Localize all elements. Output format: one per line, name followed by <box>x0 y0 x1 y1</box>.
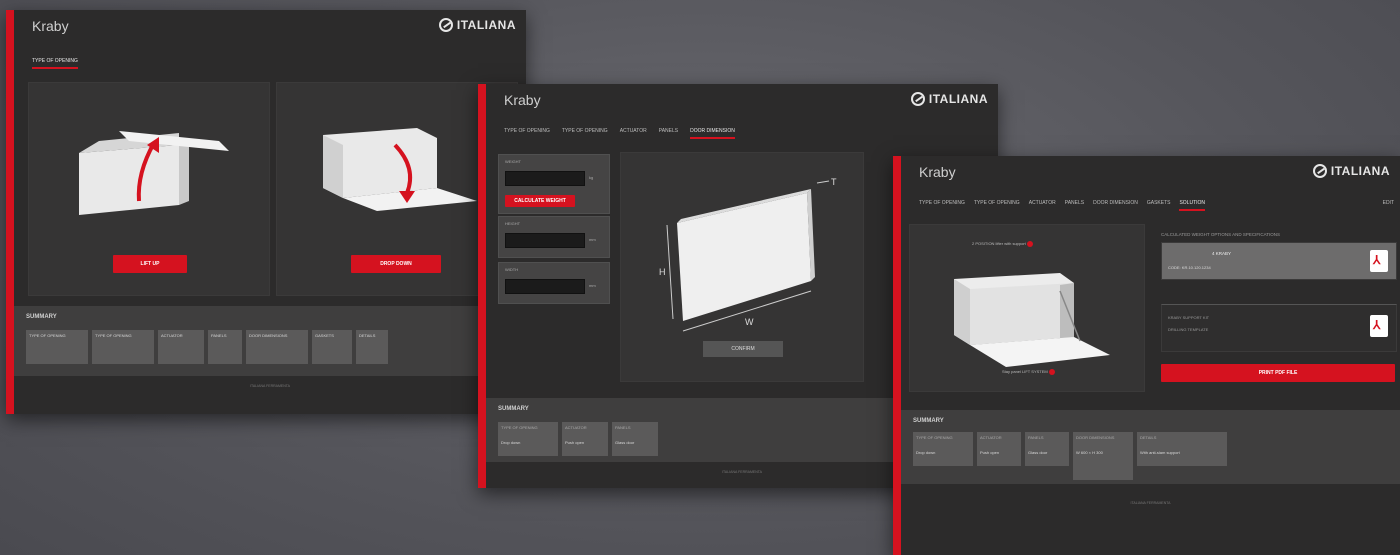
summary-chip: DOOR DIMENSIONS W 600 × H 300 <box>1073 432 1133 480</box>
summary-chip: DETAILS With anti-slam support <box>1137 432 1227 466</box>
width-label: WIDTH <box>505 267 519 272</box>
screen-solution: Kraby ITALIANA TYPE OF OPENING TYPE OF O… <box>893 156 1400 555</box>
height-field-group: HEIGHT mm <box>498 216 610 258</box>
width-input[interactable] <box>505 279 585 294</box>
summary-title: SUMMARY <box>498 406 529 412</box>
summary-chip: ACTUATOR Push open <box>977 432 1021 466</box>
screen-type-of-opening: Kraby ITALIANA TYPE OF OPENING LIFT UP D… <box>6 10 526 414</box>
accent-bar <box>6 10 14 414</box>
footer: ITALIANA FERRAMENTA <box>1130 501 1171 505</box>
footer: ITALIANA FERRAMENTA <box>250 384 290 388</box>
summary-panel: SUMMARY TYPE OF OPENING TYPE OF OPENING … <box>14 306 526 376</box>
cabinet-solution-illustration <box>954 273 1110 367</box>
italiana-logo: ITALIANA <box>438 18 516 32</box>
header: Kraby ITALIANA <box>901 156 1400 192</box>
width-field-group: WIDTH mm <box>498 262 610 304</box>
tab-bar: TYPE OF OPENING TYPE OF OPENING ACTUATOR… <box>504 128 735 139</box>
calculate-weight-button[interactable]: CALCULATE WEIGHT <box>505 195 575 207</box>
tab-type-of-opening[interactable]: TYPE OF OPENING <box>504 128 550 139</box>
tab-bar: TYPE OF OPENING TYPE OF OPENING ACTUATOR… <box>919 200 1206 211</box>
drop-down-button[interactable]: DROP DOWN <box>351 255 441 273</box>
tab-door-dimension[interactable]: DOOR DIMENSION <box>690 128 735 139</box>
summary-chip: PANELS Glass door <box>1025 432 1069 466</box>
option-lift-up[interactable]: LIFT UP <box>28 82 270 296</box>
height-unit: mm <box>589 237 596 242</box>
edit-link[interactable]: EDIT <box>1383 200 1394 206</box>
tab-type-of-opening-2[interactable]: TYPE OF OPENING <box>562 128 608 139</box>
secondary-line-2: DRILLING TEMPLATE <box>1168 327 1209 332</box>
tab-type-of-opening[interactable]: TYPE OF OPENING <box>32 58 78 69</box>
weight-input[interactable] <box>505 171 585 186</box>
lift-up-cabinet-icon <box>79 131 229 215</box>
logo-icon <box>438 18 453 32</box>
summary-chip: PANELS Glass door <box>612 422 658 456</box>
summary-panel: SUMMARY TYPE OF OPENING Drop down ACTUATO… <box>901 410 1400 484</box>
tab-type-of-opening-2[interactable]: TYPE OF OPENING <box>974 200 1020 211</box>
height-label: HEIGHT <box>505 221 521 226</box>
summary-chips: TYPE OF OPENING Drop down ACTUATOR Push op… <box>913 432 1227 480</box>
tab-door-dimension[interactable]: DOOR DIMENSION <box>1093 200 1138 211</box>
weight-unit: kg <box>589 175 594 180</box>
summary-chip: ACTUATOR <box>158 330 204 364</box>
summary-title: SUMMARY <box>26 314 57 320</box>
header: Kraby ITALIANA <box>14 10 526 46</box>
accent-bar <box>478 84 486 488</box>
height-input[interactable] <box>505 233 585 248</box>
result-title: CALCULATED WEIGHT OPTIONS AND SPECIFICAT… <box>1161 232 1281 237</box>
door-panel-illustration: H W T <box>659 177 837 332</box>
italiana-logo: ITALIANA <box>910 92 988 106</box>
summary-chip: TYPE OF OPENING <box>92 330 154 364</box>
app-title: Kraby <box>32 18 69 34</box>
summary-chips: TYPE OF OPENING Drop down ACTUATOR Push op… <box>498 422 658 456</box>
app-title: Kraby <box>919 164 956 180</box>
result-code: CODE: KR.10.120.1234 <box>1168 265 1211 270</box>
solution-preview: 2 POSITION lifter with support Stay pane… <box>909 224 1145 392</box>
logo-icon <box>1312 164 1327 178</box>
width-unit: mm <box>589 283 596 288</box>
door-preview: H W T CONFIRM <box>620 152 864 382</box>
summary-chip: PANELS <box>208 330 242 364</box>
weight-field-group: WEIGHT kg CALCULATE WEIGHT <box>498 154 610 214</box>
italiana-logo: ITALIANA <box>1312 164 1390 178</box>
summary-chip: TYPE OF OPENING Drop down <box>913 432 973 466</box>
thickness-dim-label: T <box>831 177 837 187</box>
summary-chip: DETAILS <box>356 330 388 364</box>
header: Kraby ITALIANA <box>486 84 998 120</box>
summary-chip: TYPE OF OPENING <box>26 330 88 364</box>
result-card: 4 KRABY CODE: KR.10.120.1234 <box>1161 242 1397 280</box>
summary-title: SUMMARY <box>913 418 944 424</box>
tab-solution[interactable]: SOLUTION <box>1179 200 1206 211</box>
secondary-card: KRABY SUPPORT KIT DRILLING TEMPLATE <box>1161 304 1397 352</box>
tab-gaskets[interactable]: GASKETS <box>1147 200 1171 211</box>
print-pdf-button[interactable]: PRINT PDF FILE <box>1161 364 1395 382</box>
tab-type-of-opening[interactable]: TYPE OF OPENING <box>919 200 965 211</box>
summary-chip: GASKETS <box>312 330 352 364</box>
pdf-download-icon[interactable] <box>1370 315 1388 337</box>
callout-bottom: Stay panel LIFT SYSTEM <box>1002 369 1055 375</box>
tab-bar: TYPE OF OPENING <box>32 58 78 69</box>
app-title: Kraby <box>504 92 541 108</box>
secondary-line-1: KRABY SUPPORT KIT <box>1168 315 1210 320</box>
tab-actuator[interactable]: ACTUATOR <box>1029 200 1056 211</box>
summary-chip: ACTUATOR Push open <box>562 422 608 456</box>
tab-panels[interactable]: PANELS <box>1065 200 1084 211</box>
lift-up-button[interactable]: LIFT UP <box>113 255 187 273</box>
confirm-button[interactable]: CONFIRM <box>703 341 783 357</box>
result-name: 4 KRABY <box>1212 251 1232 256</box>
pdf-download-icon[interactable] <box>1370 250 1388 272</box>
weight-label: WEIGHT <box>505 159 521 164</box>
accent-bar <box>893 156 901 555</box>
width-dim-label: W <box>745 317 754 327</box>
tab-panels[interactable]: PANELS <box>659 128 678 139</box>
summary-chip: TYPE OF OPENING Drop down <box>498 422 558 456</box>
height-dim-label: H <box>659 267 666 277</box>
summary-chips: TYPE OF OPENING TYPE OF OPENING ACTUATOR… <box>26 330 388 364</box>
logo-icon <box>910 92 925 106</box>
summary-chip: DOOR DIMENSIONS <box>246 330 308 364</box>
tab-actuator[interactable]: ACTUATOR <box>620 128 647 139</box>
